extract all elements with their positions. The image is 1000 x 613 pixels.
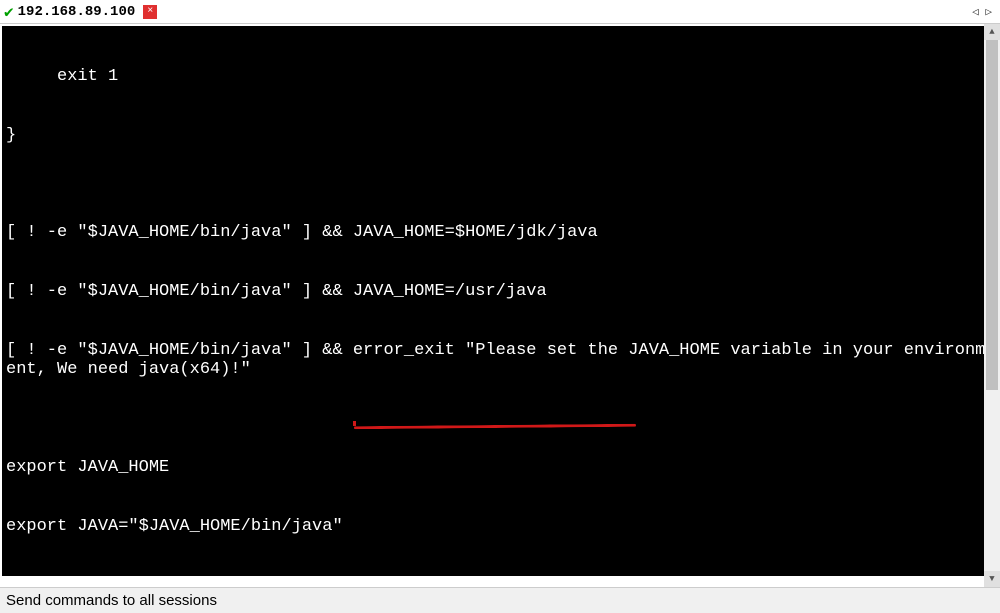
tab-bar: ✔ 192.168.89.100 × ◁ ▷	[0, 0, 1000, 24]
tab-nav-icon[interactable]: ◁ ▷	[972, 5, 992, 19]
script-line: exit 1	[6, 67, 994, 87]
scrollbar[interactable]: ▲ ▼	[984, 24, 1000, 587]
annotation-underline	[353, 421, 361, 426]
script-line: export JAVA_HOME	[6, 458, 994, 478]
terminal[interactable]: exit 1 } [ ! -e "$JAVA_HOME/bin/java" ] …	[2, 26, 998, 576]
script-line: [ ! -e "$JAVA_HOME/bin/java" ] && JAVA_H…	[6, 223, 994, 243]
script-line: [ ! -e "$JAVA_HOME/bin/java" ] && error_…	[6, 341, 994, 380]
tab-title[interactable]: 192.168.89.100	[18, 4, 136, 20]
footer-text[interactable]: Send commands to all sessions	[6, 592, 217, 609]
script-line: }	[6, 126, 994, 146]
script-line: export BASE_DIR=$(dirname $0)/..	[6, 575, 994, 576]
script-line: export JAVA="$JAVA_HOME/bin/java"	[6, 517, 994, 537]
close-icon[interactable]: ×	[143, 5, 157, 19]
footer-bar: Send commands to all sessions	[0, 587, 1000, 613]
script-line: [ ! -e "$JAVA_HOME/bin/java" ] && JAVA_H…	[6, 282, 994, 302]
scroll-thumb[interactable]	[986, 40, 998, 390]
annotation-underline	[354, 424, 636, 429]
scroll-up-icon[interactable]: ▲	[984, 24, 1000, 40]
scroll-down-icon[interactable]: ▼	[984, 571, 1000, 587]
check-icon: ✔	[4, 2, 14, 22]
